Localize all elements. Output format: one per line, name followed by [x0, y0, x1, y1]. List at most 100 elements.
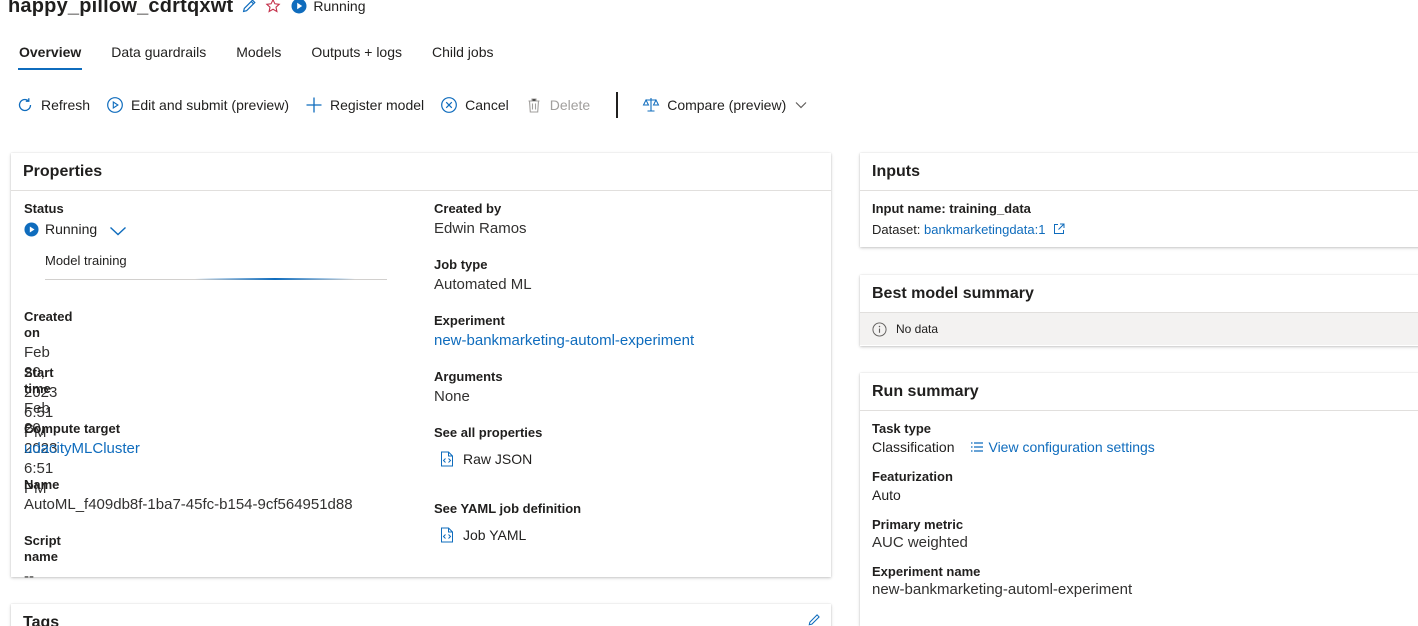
arguments-field: Arguments None [434, 369, 503, 407]
job-title: happy_pillow_cdrtqxwt [8, 0, 234, 17]
edit-tags-pencil-icon[interactable] [807, 613, 821, 626]
edit-and-submit-button[interactable]: Edit and submit (preview) [106, 96, 289, 114]
favorite-star-icon[interactable] [265, 0, 281, 14]
progress-indicator [195, 278, 355, 280]
running-icon [24, 221, 39, 237]
tab-overview[interactable]: Overview [18, 40, 83, 70]
name-field: Name AutoML_f409db8f-1ba7-45fc-b154-9cf5… [24, 477, 353, 515]
tags-card: Tags [11, 604, 831, 626]
info-icon [872, 321, 887, 337]
task-type-label: Task type [872, 421, 932, 436]
created-by-value: Edwin Ramos [434, 220, 527, 237]
primary-metric-value: AUC weighted [872, 534, 968, 551]
primary-metric-field: Primary metric AUC weighted [872, 517, 1418, 553]
progress-track [45, 278, 387, 280]
experiment-name-value: new-bankmarketing-automl-experiment [872, 581, 1133, 598]
cancel-circle-icon [440, 96, 458, 114]
add-icon [305, 96, 323, 114]
properties-title: Properties [11, 153, 831, 191]
status-text: Running [45, 221, 98, 237]
job-yaml-link[interactable]: Job YAML [440, 527, 581, 543]
job-yaml-label: Job YAML [463, 527, 527, 543]
featurization-label: Featurization [872, 469, 953, 484]
created-on-label: Created on [24, 309, 73, 340]
progress-section: Model training [45, 253, 404, 280]
experiment-name-label: Experiment name [872, 564, 981, 579]
experiment-link[interactable]: new-bankmarketing-automl-experiment [434, 331, 694, 351]
inputs-title: Inputs [860, 153, 1418, 191]
code-file-icon [440, 451, 454, 467]
input-name: Input name: training_data [872, 201, 1031, 216]
name-value: AutoML_f409db8f-1ba7-45fc-b154-9cf564951… [24, 496, 353, 513]
run-summary-title: Run summary [860, 373, 1418, 411]
cancel-label: Cancel [465, 97, 509, 113]
raw-json-link[interactable]: Raw JSON [440, 451, 542, 467]
tab-child-jobs[interactable]: Child jobs [431, 40, 494, 70]
play-circle-icon [106, 96, 124, 114]
inputs-card: Inputs Input name: training_data Dataset… [860, 153, 1418, 247]
list-settings-icon [970, 441, 984, 453]
compare-dropdown-button[interactable]: Compare (preview) [642, 96, 808, 114]
featurization-value: Auto [872, 487, 901, 503]
status-label: Status [24, 201, 64, 216]
header-status-text: Running [313, 0, 366, 14]
progress-label: Model training [45, 253, 127, 268]
script-name-value: -- [24, 568, 34, 585]
compute-target-link[interactable]: udacityMLCluster [24, 439, 140, 459]
code-file-icon [440, 527, 454, 543]
job-type-value: Automated ML [434, 276, 532, 293]
tab-outputs-logs[interactable]: Outputs + logs [310, 40, 403, 70]
cancel-button[interactable]: Cancel [440, 96, 509, 114]
properties-card: Properties Status Running Model training [11, 153, 831, 585]
task-type-field: Task type Classification View configurat… [872, 421, 1418, 455]
run-summary-body: Task type Classification View configurat… [860, 411, 1418, 609]
compute-target-field: Compute target udacityMLCluster [24, 421, 140, 459]
job-type-field: Job type Automated ML [434, 257, 532, 295]
name-label: Name [24, 477, 60, 492]
tags-title: Tags [23, 614, 60, 626]
no-data-text: No data [896, 322, 939, 336]
status-field: Status Running Model training [24, 201, 404, 280]
edit-and-submit-label: Edit and submit (preview) [131, 97, 289, 113]
edit-pencil-icon[interactable] [241, 0, 257, 14]
created-by-field: Created by Edwin Ramos [434, 201, 527, 239]
dataset-link[interactable]: bankmarketingdata:1 [924, 222, 1045, 237]
compute-target-label: Compute target [24, 421, 121, 436]
inputs-body: Input name: training_data Dataset: bankm… [860, 191, 1418, 246]
tab-models[interactable]: Models [235, 40, 282, 70]
refresh-button[interactable]: Refresh [16, 96, 90, 114]
view-configuration-link[interactable]: View configuration settings [988, 439, 1154, 455]
delete-button[interactable]: Delete [525, 96, 590, 114]
scales-icon [642, 96, 660, 114]
status-expand-chevron-icon[interactable] [109, 225, 127, 237]
refresh-icon [16, 96, 34, 114]
register-model-button[interactable]: Register model [305, 96, 424, 114]
register-model-label: Register model [329, 97, 425, 113]
best-model-title: Best model summary [860, 275, 1418, 313]
task-type-row: Classification View configuration settin… [872, 439, 1418, 455]
dataset-row: Dataset: bankmarketingdata:1 [872, 222, 1418, 237]
experiment-label: Experiment [434, 313, 505, 328]
trash-icon [525, 96, 543, 114]
raw-json-label: Raw JSON [463, 451, 533, 467]
yaml-label: See YAML job definition [434, 501, 582, 516]
run-summary-card: Run summary Task type Classification Vie… [860, 373, 1418, 626]
refresh-label: Refresh [41, 97, 91, 113]
header-status: Running [291, 0, 366, 14]
open-external-icon[interactable] [1053, 223, 1065, 235]
yaml-field: See YAML job definition Job YAML [434, 501, 581, 543]
script-name-field: Script name -- [24, 533, 61, 587]
toolbar-divider [616, 92, 619, 118]
experiment-name-field: Experiment name new-bankmarketing-automl… [872, 564, 1418, 600]
job-title-row: happy_pillow_cdrtqxwt Running [8, 0, 366, 18]
all-properties-field: See all properties Raw JSON [434, 425, 542, 467]
tab-bar: Overview Data guardrails Models Outputs … [18, 40, 523, 70]
start-time-label: Start time [24, 365, 54, 396]
created-by-label: Created by [434, 201, 502, 216]
tab-data-guardrails[interactable]: Data guardrails [110, 40, 207, 70]
best-model-summary-card: Best model summary No data [860, 275, 1418, 346]
arguments-label: Arguments [434, 369, 503, 384]
experiment-field: Experiment new-bankmarketing-automl-expe… [434, 313, 694, 351]
job-type-label: Job type [434, 257, 488, 272]
running-icon [291, 0, 307, 14]
